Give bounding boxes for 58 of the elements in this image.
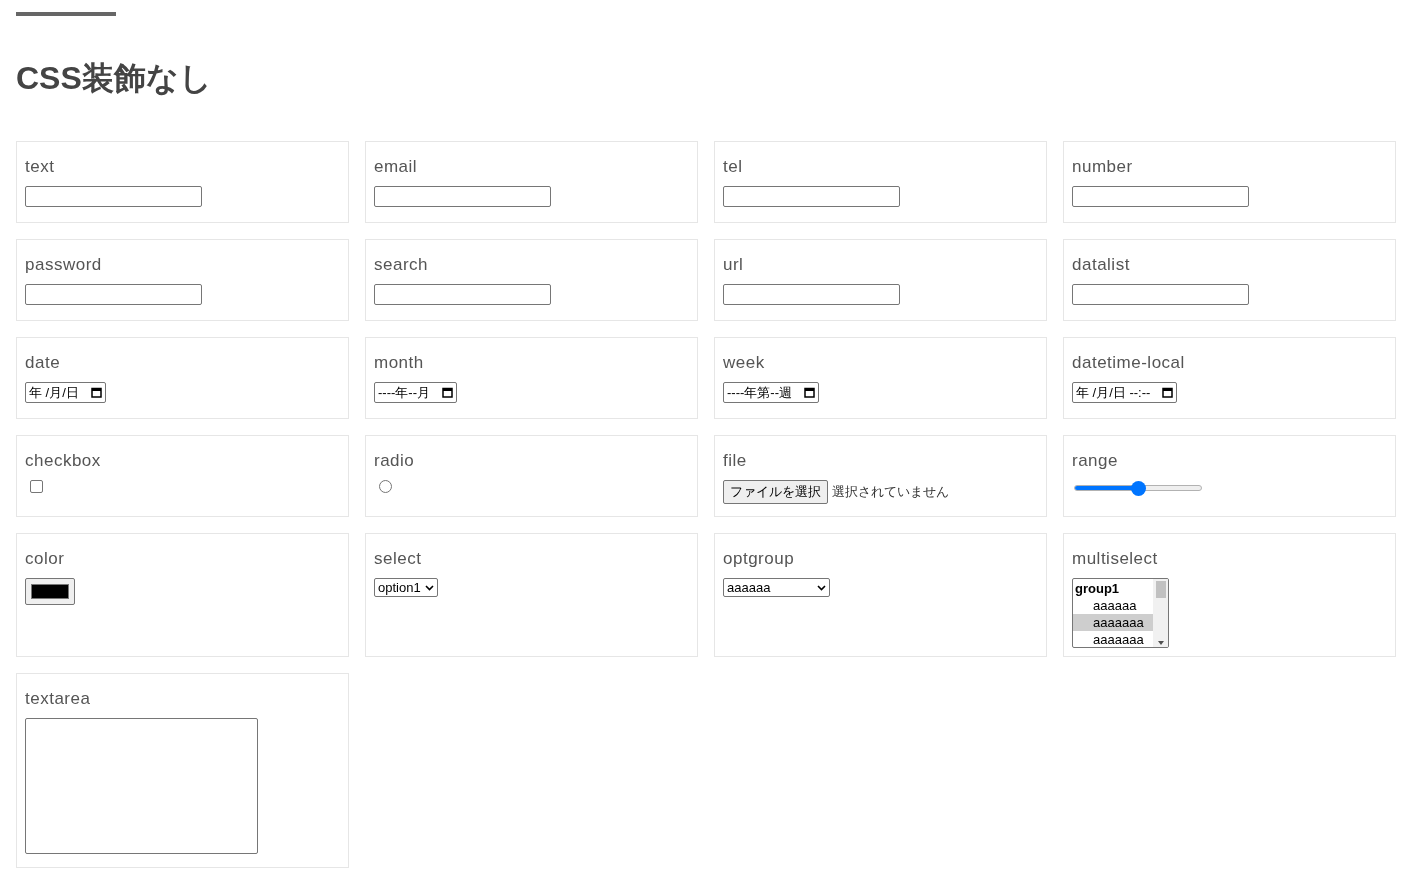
field-label: checkbox <box>25 450 101 472</box>
date-field[interactable]: 年 /月/日 <box>25 382 106 403</box>
page-heading: CSS装飾なし <box>16 59 213 98</box>
input-field[interactable] <box>25 284 202 305</box>
list-option[interactable]: aaaaaaa <box>1073 631 1153 647</box>
field-label: textarea <box>25 688 91 710</box>
field-label: tel <box>723 156 743 178</box>
text-area[interactable] <box>25 718 258 854</box>
dropdown[interactable]: aaaaaa <box>723 578 830 597</box>
input-field[interactable] <box>374 186 551 207</box>
field-label: range <box>1072 450 1118 472</box>
color-picker[interactable] <box>25 578 75 605</box>
input-field[interactable] <box>723 186 900 207</box>
field-label: select <box>374 548 422 570</box>
checkbox[interactable] <box>30 480 43 493</box>
field-label: datalist <box>1072 254 1130 276</box>
field-label: month <box>374 352 424 374</box>
list-option[interactable]: aaaaaa <box>1073 597 1153 614</box>
field-label: optgroup <box>723 548 795 570</box>
list-option[interactable]: aaaaaaa <box>1073 614 1153 631</box>
date-field[interactable]: ----年第--週 <box>723 382 819 403</box>
input-field[interactable] <box>1072 284 1249 305</box>
field-label: search <box>374 254 429 276</box>
scrollbar[interactable] <box>1153 579 1168 647</box>
input-field[interactable] <box>25 186 202 207</box>
calendar-icon <box>90 387 102 398</box>
chevron-down-icon <box>424 584 434 591</box>
field-label: color <box>25 548 65 570</box>
calendar-icon <box>442 387 453 398</box>
field-label: date <box>25 352 61 374</box>
field-label: password <box>25 254 102 276</box>
choose-file-button[interactable]: ファイルを選択 <box>723 480 828 504</box>
input-field[interactable] <box>723 284 900 305</box>
scroll-down-icon[interactable] <box>1157 641 1164 645</box>
option-group-label: group1 <box>1074 580 1121 597</box>
field-label: text <box>25 156 55 178</box>
radio-button[interactable] <box>379 480 392 493</box>
field-label: datetime-local <box>1072 352 1185 374</box>
file-status: 選択されていません <box>832 483 949 502</box>
chevron-down-icon <box>817 584 826 591</box>
field-label: file <box>723 450 747 472</box>
date-field[interactable]: 年 /月/日 --:-- <box>1072 382 1178 403</box>
multiselect-list[interactable]: group1 aaaaaa aaaaaaa aaaaaaa <box>1072 578 1169 648</box>
calendar-icon <box>804 387 815 398</box>
field-label: number <box>1072 156 1133 178</box>
input-field[interactable] <box>1072 186 1249 207</box>
scrollbar-thumb[interactable] <box>1155 581 1166 598</box>
slider-thumb[interactable] <box>1130 480 1146 496</box>
date-field[interactable]: ----年--月 <box>374 382 457 403</box>
field-label: multiselect <box>1072 548 1158 570</box>
field-label: radio <box>374 450 415 472</box>
range-slider[interactable] <box>1074 480 1202 496</box>
field-label: url <box>723 254 744 276</box>
calendar-icon <box>1162 387 1174 398</box>
field-label: week <box>723 352 765 374</box>
input-field[interactable] <box>374 284 551 305</box>
field-label: email <box>374 156 418 178</box>
dropdown[interactable]: option1 <box>374 578 438 597</box>
